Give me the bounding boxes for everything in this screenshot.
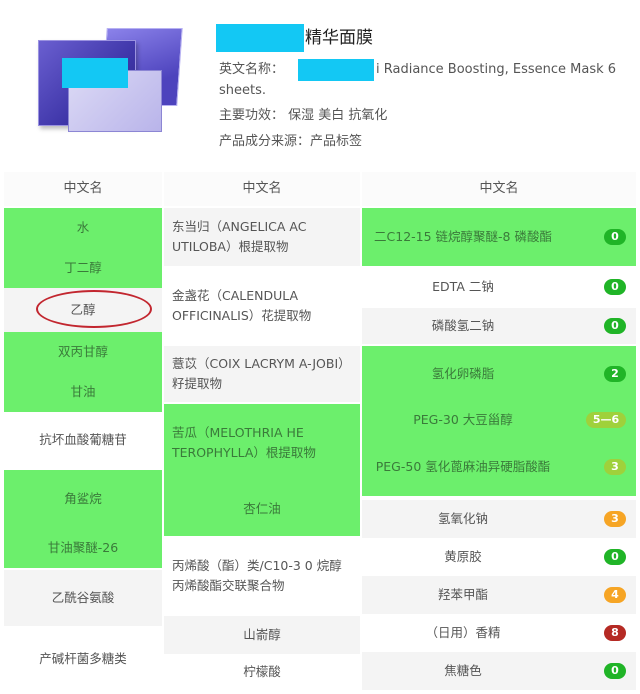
product-image (34, 28, 183, 134)
ingredient-row: 黄原胶 0 (362, 538, 636, 576)
efficacy-value: 保湿 美白 抗氧化 (288, 108, 388, 123)
ingredient-row: （日用）香精 8 (362, 614, 636, 652)
ingredient-cell: 甘油聚醚-26 (4, 528, 162, 568)
source-row: 产品成分来源：产品标签 (219, 132, 362, 152)
ingredient-cell: 山嵛醇 (164, 616, 360, 654)
ingredient-name: 羟苯甲酯 (437, 587, 488, 602)
ingredient-cell: 抗坏血酸葡糖苷 (4, 412, 162, 468)
column-header-3: 中文名 (362, 172, 636, 206)
english-name-value: i Radiance Boosting, Essence Mask 6 (376, 62, 617, 77)
ingredient-cell: 丁二醇 (4, 248, 162, 288)
ingredient-name: EDTA 二钠 (432, 279, 494, 294)
ingredient-name: 氢氧化钠 (437, 511, 488, 526)
ingredient-cell: 薏苡（COIX LACRYM A-JOBI）籽提取物 (164, 346, 360, 402)
safety-score-badge: 5—6 (586, 412, 626, 428)
ingredient-name: PEG-30 大豆甾醇 (413, 412, 513, 427)
safety-score-badge: 0 (604, 663, 626, 679)
safety-score-badge: 2 (604, 366, 626, 382)
ingredient-row: 二C12-15 链烷醇聚醚-8 磷酸酯 0 (362, 208, 636, 266)
ingredient-cell: 角鲨烷 (4, 470, 162, 528)
ingredient-cell: 甘油 (4, 372, 162, 412)
highlight-circle (36, 290, 152, 328)
ingredient-row: 氢化卵磷脂 2 (362, 346, 636, 402)
safety-score-badge: 0 (604, 229, 626, 245)
safety-score-badge: 0 (604, 549, 626, 565)
ingredient-row: 磷酸氢二钠 0 (362, 308, 636, 344)
column-header-1: 中文名 (4, 172, 162, 206)
title-redaction-block (216, 24, 304, 52)
redaction-block (62, 58, 128, 88)
ingredient-name: 磷酸氢二钠 (431, 318, 495, 333)
ingredient-row: 氢氧化钠 3 (362, 500, 636, 538)
efficacy-label: 主要功效： (219, 108, 285, 123)
safety-score-badge: 0 (604, 318, 626, 334)
ingredient-cell: 双丙甘醇 (4, 332, 162, 372)
ingredient-name: 焦糖色 (444, 663, 482, 678)
english-name-label: 英文名称： (219, 62, 285, 77)
product-title: 精华面膜 (305, 28, 373, 48)
safety-score-badge: 4 (604, 587, 626, 603)
ingredient-name: （日用）香精 (425, 625, 501, 640)
english-name-value-cont: sheets. (219, 83, 267, 98)
ingredient-name: 黄原胶 (444, 549, 482, 564)
source-value: 产品标签 (310, 134, 363, 149)
ingredient-cell: 产碱杆菌多糖类 (4, 628, 162, 690)
ingredient-cell: 金盏花（CALENDULA OFFICINALIS）花提取物 (164, 268, 360, 344)
ingredient-cell: 水 (4, 208, 162, 248)
efficacy-row: 主要功效： 保湿 美白 抗氧化 (219, 106, 387, 126)
ingredient-cell: 乙酰谷氨酸 (4, 570, 162, 626)
source-label: 产品成分来源： (219, 134, 311, 149)
ingredient-cell: 东当归（ANGELICA AC UTILOBA）根提取物 (164, 208, 360, 266)
ingredient-name: 二C12-15 链烷醇聚醚-8 磷酸酯 (374, 229, 552, 244)
ingredient-cell: 丙烯酸（酯）类/C10-3 0 烷醇丙烯酸酯交联聚合物 (164, 538, 360, 614)
ingredient-cell: 苦瓜（MELOTHRIA HE TEROPHYLLA）根提取物 (164, 404, 360, 482)
english-name-row: 英文名称： (219, 60, 284, 80)
safety-score-badge: 0 (604, 279, 626, 295)
ingredient-row: 羟苯甲酯 4 (362, 576, 636, 614)
safety-score-badge: 8 (604, 625, 626, 641)
ingredient-row: 焦糖色 0 (362, 652, 636, 690)
ingredient-table: 中文名 中文名 中文名 水 丁二醇 乙醇 双丙甘醇 甘油 抗坏血酸葡糖苷 角鲨烷… (4, 172, 636, 694)
ingredient-cell: 柠檬酸 (164, 654, 360, 690)
ingredient-row: EDTA 二钠 0 (362, 268, 636, 306)
english-name-redaction (298, 59, 374, 81)
safety-score-badge: 3 (604, 511, 626, 527)
ingredient-cell: 杏仁油 (164, 482, 360, 536)
ingredient-name: PEG-50 氢化蓖麻油异硬脂酸酯 (375, 459, 551, 474)
safety-score-badge: 3 (604, 459, 626, 475)
column-header-2: 中文名 (164, 172, 360, 206)
ingredient-name: 氢化卵磷脂 (431, 366, 495, 381)
ingredient-row: PEG-50 氢化蓖麻油异硬脂酸酯 3 (362, 438, 636, 496)
ingredient-row: PEG-30 大豆甾醇 5—6 (362, 402, 636, 438)
